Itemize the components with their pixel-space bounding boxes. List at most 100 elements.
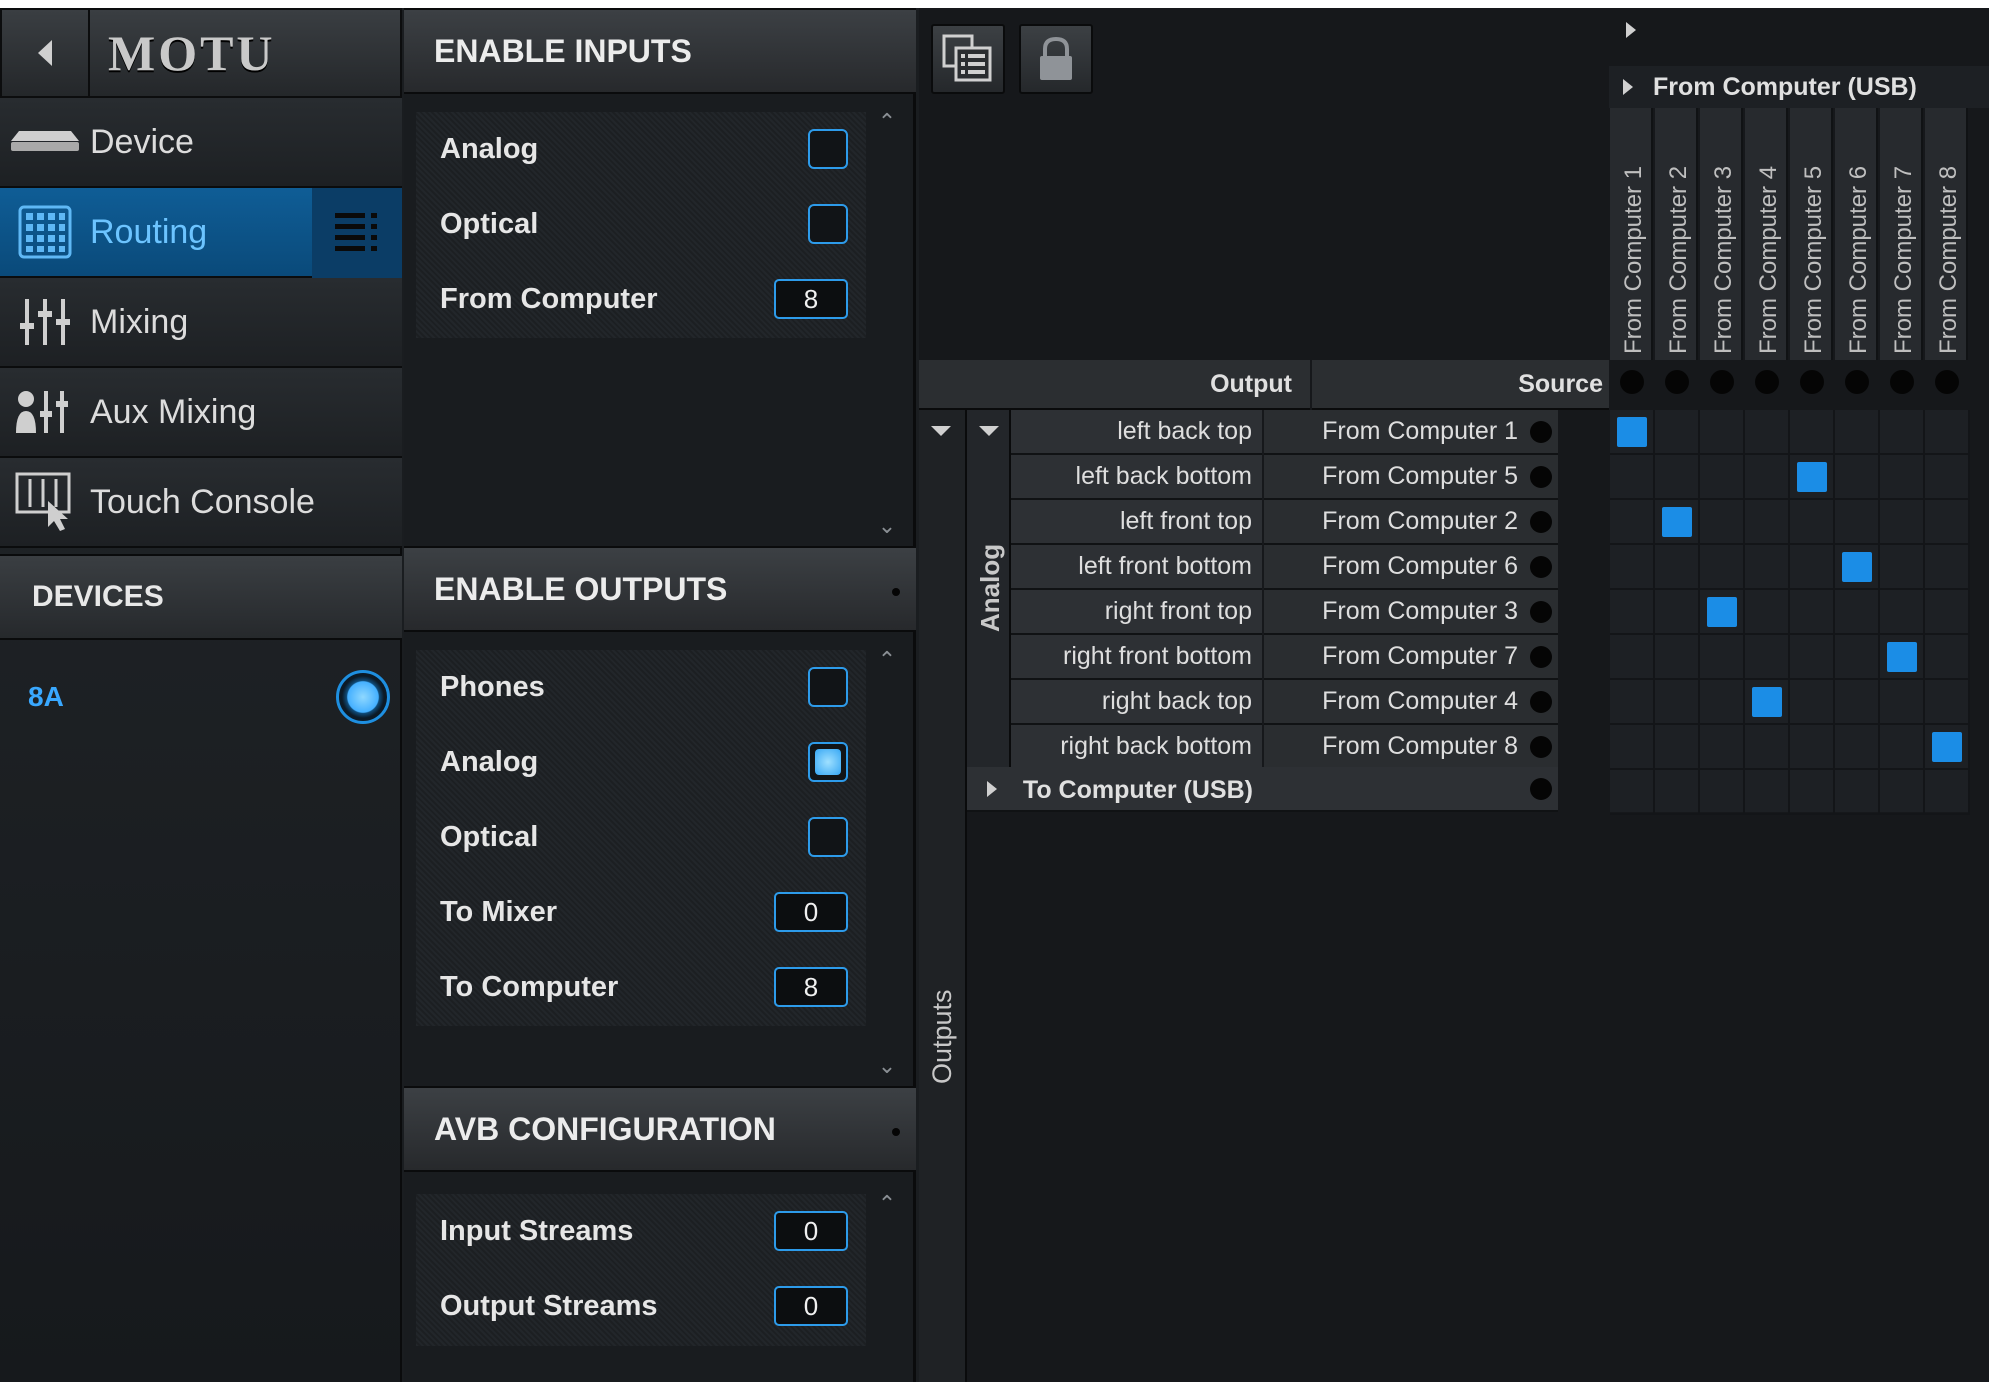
matrix-cell[interactable] xyxy=(1655,590,1700,635)
matrix-cell[interactable] xyxy=(1745,635,1790,680)
scroll-up-icon[interactable]: ⌃ xyxy=(873,649,901,671)
output-analog-checkbox[interactable] xyxy=(808,742,848,782)
nav-item-aux-mixing[interactable]: Aux Mixing xyxy=(0,368,402,458)
matrix-cell[interactable] xyxy=(1745,725,1790,770)
scroll-down-icon[interactable]: ⌄ xyxy=(873,515,901,537)
matrix-cell[interactable] xyxy=(1610,635,1655,680)
matrix-cell[interactable] xyxy=(1880,500,1925,545)
matrix-cell[interactable] xyxy=(1835,590,1880,635)
matrix-cell[interactable] xyxy=(1745,410,1790,455)
matrix-cell[interactable] xyxy=(1790,410,1835,455)
to-mixer-count-field[interactable]: 0 xyxy=(774,892,848,932)
matrix-cell[interactable] xyxy=(1790,770,1835,815)
source-cell[interactable]: From Computer 1 xyxy=(1264,410,1558,455)
scroll-down-icon[interactable]: ⌄ xyxy=(873,1055,901,1077)
matrix-cell[interactable] xyxy=(1925,455,1970,500)
matrix-cell[interactable] xyxy=(1610,725,1655,770)
matrix-cell[interactable] xyxy=(1835,500,1880,545)
source-cell[interactable]: From Computer 6 xyxy=(1264,545,1558,590)
matrix-cell[interactable] xyxy=(1835,680,1880,725)
back-button[interactable] xyxy=(0,8,90,98)
matrix-cell[interactable] xyxy=(1745,500,1790,545)
input-streams-field[interactable]: 0 xyxy=(774,1211,848,1251)
matrix-cell[interactable] xyxy=(1610,455,1655,500)
source-cell[interactable]: From Computer 3 xyxy=(1264,590,1558,635)
matrix-cell-routed[interactable] xyxy=(1790,455,1835,500)
matrix-cell[interactable] xyxy=(1700,500,1745,545)
matrix-cell-routed[interactable] xyxy=(1700,590,1745,635)
matrix-cell[interactable] xyxy=(1880,455,1925,500)
avb-configuration-header[interactable]: AVB CONFIGURATION xyxy=(404,1086,916,1172)
enable-outputs-header[interactable]: ENABLE OUTPUTS xyxy=(404,546,916,632)
input-analog-checkbox[interactable] xyxy=(808,129,848,169)
matrix-cell[interactable] xyxy=(1655,680,1700,725)
source-cell[interactable]: From Computer 7 xyxy=(1264,635,1558,680)
lock-button[interactable] xyxy=(1019,24,1093,94)
collapse-arrow-icon[interactable] xyxy=(929,424,953,438)
matrix-cell[interactable] xyxy=(1880,725,1925,770)
source-channel-header[interactable]: From Computer 4 xyxy=(1745,108,1788,360)
matrix-cell[interactable] xyxy=(1925,545,1970,590)
source-channel-header[interactable]: From Computer 2 xyxy=(1655,108,1698,360)
matrix-cell[interactable] xyxy=(1835,725,1880,770)
matrix-cell[interactable] xyxy=(1655,455,1700,500)
output-phones-checkbox[interactable] xyxy=(808,667,848,707)
matrix-cell[interactable] xyxy=(1700,545,1745,590)
collapse-arrow-icon[interactable] xyxy=(977,424,1001,438)
matrix-cell[interactable] xyxy=(1700,455,1745,500)
matrix-cell-routed[interactable] xyxy=(1745,680,1790,725)
matrix-cell[interactable] xyxy=(1925,680,1970,725)
matrix-cell[interactable] xyxy=(1610,770,1655,815)
routing-options-button[interactable] xyxy=(312,188,402,278)
to-computer-usb-row[interactable]: To Computer (USB) xyxy=(967,767,1558,812)
device-list-item[interactable]: 8A xyxy=(0,652,402,742)
matrix-cell[interactable] xyxy=(1880,680,1925,725)
matrix-cell[interactable] xyxy=(1790,725,1835,770)
matrix-cell-routed[interactable] xyxy=(1925,725,1970,770)
source-cell[interactable]: From Computer 5 xyxy=(1264,455,1558,500)
enable-inputs-header[interactable]: ENABLE INPUTS xyxy=(404,8,916,94)
input-optical-checkbox[interactable] xyxy=(808,204,848,244)
matrix-cell[interactable] xyxy=(1700,770,1745,815)
matrix-cell[interactable] xyxy=(1925,635,1970,680)
matrix-cell[interactable] xyxy=(1700,410,1745,455)
expand-arrow-icon[interactable] xyxy=(1624,20,1644,44)
matrix-cell[interactable] xyxy=(1700,635,1745,680)
matrix-cell[interactable] xyxy=(1655,545,1700,590)
source-group-header[interactable]: From Computer (USB) xyxy=(1609,66,1989,108)
output-optical-checkbox[interactable] xyxy=(808,817,848,857)
matrix-cell[interactable] xyxy=(1925,500,1970,545)
matrix-cell-routed[interactable] xyxy=(1655,500,1700,545)
source-channel-header[interactable]: From Computer 6 xyxy=(1835,108,1878,360)
matrix-cell[interactable] xyxy=(1655,725,1700,770)
source-channel-header[interactable]: From Computer 3 xyxy=(1700,108,1743,360)
scroll-up-icon[interactable]: ⌃ xyxy=(873,1193,901,1215)
matrix-cell[interactable] xyxy=(1790,590,1835,635)
matrix-cell-routed[interactable] xyxy=(1835,545,1880,590)
matrix-cell[interactable] xyxy=(1880,770,1925,815)
matrix-cell[interactable] xyxy=(1880,590,1925,635)
matrix-cell[interactable] xyxy=(1745,590,1790,635)
matrix-cell[interactable] xyxy=(1610,590,1655,635)
matrix-cell[interactable] xyxy=(1655,410,1700,455)
source-channel-header[interactable]: From Computer 8 xyxy=(1925,108,1968,360)
nav-item-routing[interactable]: Routing xyxy=(0,188,402,278)
matrix-cell[interactable] xyxy=(1835,410,1880,455)
matrix-cell[interactable] xyxy=(1925,770,1970,815)
matrix-cell[interactable] xyxy=(1745,545,1790,590)
matrix-cell[interactable] xyxy=(1835,455,1880,500)
matrix-cell[interactable] xyxy=(1925,590,1970,635)
matrix-cell[interactable] xyxy=(1835,770,1880,815)
matrix-cell[interactable] xyxy=(1880,545,1925,590)
matrix-cell[interactable] xyxy=(1925,410,1970,455)
source-cell[interactable]: From Computer 2 xyxy=(1264,500,1558,545)
nav-item-mixing[interactable]: Mixing xyxy=(0,278,402,368)
matrix-cell[interactable] xyxy=(1835,635,1880,680)
source-cell[interactable]: From Computer 4 xyxy=(1264,680,1558,725)
source-channel-header[interactable]: From Computer 5 xyxy=(1790,108,1833,360)
matrix-cell[interactable] xyxy=(1610,500,1655,545)
matrix-cell[interactable] xyxy=(1790,635,1835,680)
source-cell[interactable]: From Computer 8 xyxy=(1264,725,1558,770)
matrix-cell[interactable] xyxy=(1880,410,1925,455)
matrix-cell[interactable] xyxy=(1700,725,1745,770)
